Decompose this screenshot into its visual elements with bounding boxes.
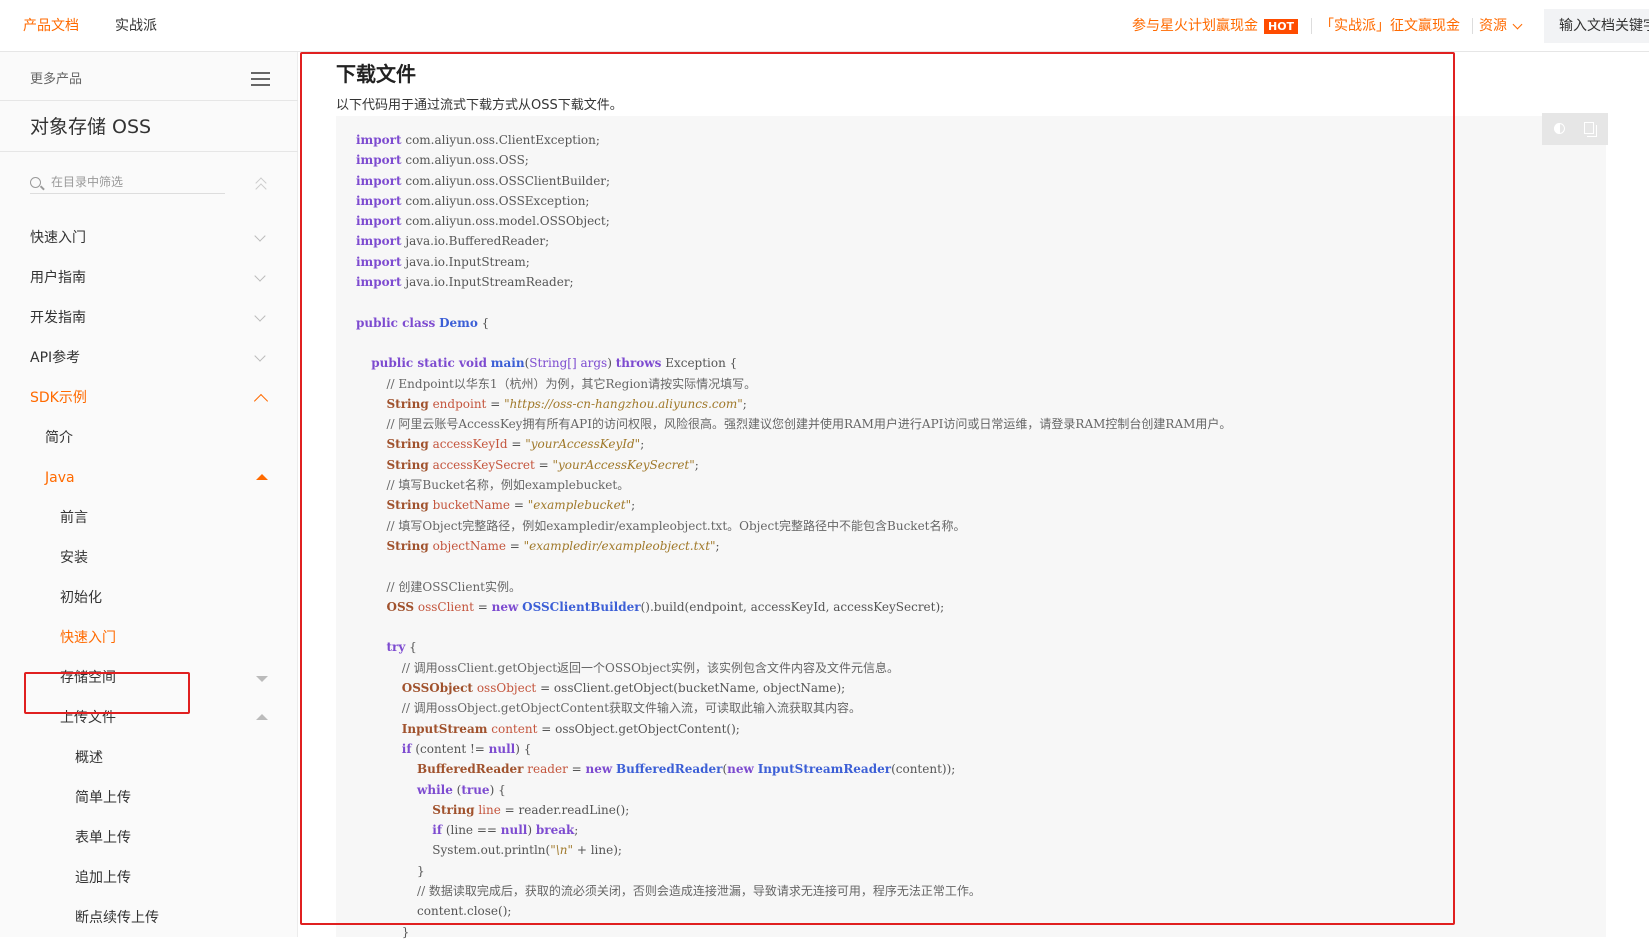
chevron-down-icon [254, 310, 266, 322]
sidebar-item-label: 概述 [75, 750, 103, 766]
more-products-link[interactable]: 更多产品 [30, 68, 82, 87]
sidebar-item-label: 初始化 [60, 590, 102, 606]
content-highlight-annotation [300, 52, 1455, 925]
caret-up-icon [256, 714, 268, 720]
chevron-down-icon [254, 230, 266, 242]
promo-essay-link[interactable]: 「实战派」征文赢现金 [1320, 18, 1460, 34]
sidebar-item-simple-upload[interactable]: 简单上传 [0, 781, 298, 815]
sidebar-item-append-upload[interactable]: 追加上传 [0, 861, 298, 895]
sidebar-item-java-quick-start[interactable]: 快速入门 [0, 621, 298, 655]
catalog-filter-input[interactable] [30, 170, 225, 194]
sidebar-item-label: SDK示例 [30, 390, 87, 406]
sidebar-item-overview[interactable]: 概述 [0, 741, 298, 775]
sidebar-item-label: 开发指南 [30, 310, 86, 326]
tab-product-docs[interactable]: 产品文档 [23, 18, 79, 34]
caret-up-icon [256, 474, 268, 480]
sidebar-item-api-reference[interactable]: API参考 [0, 341, 298, 375]
sidebar-item-label: Java [45, 470, 75, 486]
sidebar-item-resumable-upload[interactable]: 断点续传上传 [0, 901, 298, 935]
product-title: 对象存储 OSS [30, 116, 152, 138]
copy-icon[interactable] [1582, 121, 1598, 137]
theme-toggle-icon[interactable] [1552, 121, 1568, 137]
sidebar-item-label: 追加上传 [75, 870, 131, 886]
sidebar-item-label: 快速入门 [30, 230, 86, 246]
sidebar-item-label: 用户指南 [30, 270, 86, 286]
menu-icon[interactable] [251, 72, 270, 86]
sidebar-highlight-annotation [24, 672, 190, 714]
collapse-all-icon[interactable] [254, 176, 268, 195]
sidebar-item-quick-start[interactable]: 快速入门 [0, 221, 298, 255]
sidebar-item-preface[interactable]: 前言 [0, 501, 298, 535]
divider [0, 100, 298, 101]
sidebar-item-label: 断点续传上传 [75, 910, 159, 926]
sidebar-item-label: 前言 [60, 510, 88, 526]
chevron-down-icon [254, 350, 266, 362]
resources-menu[interactable]: 资源 [1479, 18, 1507, 34]
sidebar-item-user-guide[interactable]: 用户指南 [0, 261, 298, 295]
sidebar-item-java[interactable]: Java [0, 461, 298, 495]
code-toolbar [1542, 113, 1608, 145]
promo-spark-plan-link[interactable]: 参与星火计划赢现金 [1132, 18, 1258, 34]
sidebar-item-install[interactable]: 安装 [0, 541, 298, 575]
sidebar-item-label: 表单上传 [75, 830, 131, 846]
sidebar-item-form-upload[interactable]: 表单上传 [0, 821, 298, 855]
sidebar-item-label: 安装 [60, 550, 88, 566]
tab-shizhanpai[interactable]: 实战派 [115, 18, 157, 34]
caret-down-icon [256, 676, 268, 682]
doc-search-input[interactable]: 输入文档关键字 [1544, 9, 1649, 43]
sidebar-item-label: 简单上传 [75, 790, 131, 806]
sidebar-item-label: 快速入门 [60, 630, 116, 646]
sidebar-item-dev-guide[interactable]: 开发指南 [0, 301, 298, 335]
top-navigation-bar: 产品文档 实战派 参与星火计划赢现金 HOT 「实战派」征文赢现金 资源 输入文… [0, 0, 1649, 52]
divider [1472, 18, 1473, 34]
divider [1311, 18, 1312, 34]
chevron-down-icon [1512, 19, 1523, 30]
sidebar-item-intro[interactable]: 简介 [0, 421, 298, 455]
sidebar-item-label: API参考 [30, 350, 81, 366]
sidebar-item-init[interactable]: 初始化 [0, 581, 298, 615]
divider [0, 151, 298, 152]
chevron-up-icon [253, 393, 269, 409]
sidebar-item-label: 简介 [45, 430, 73, 446]
chevron-down-icon [254, 270, 266, 282]
sidebar: 更多产品 对象存储 OSS 快速入门 用户指南 开发指南 API参考 SDK示例… [0, 52, 298, 937]
sidebar-item-sdk-examples[interactable]: SDK示例 [0, 381, 298, 415]
hot-badge: HOT [1264, 19, 1299, 34]
